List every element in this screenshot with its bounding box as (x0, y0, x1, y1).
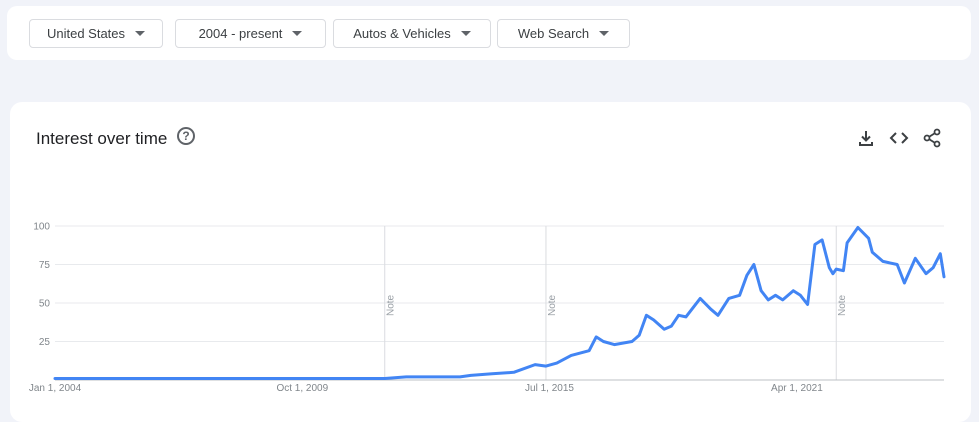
x-tick-label: Apr 1, 2021 (771, 383, 823, 394)
x-tick-label: Oct 1, 2009 (276, 383, 328, 394)
category-dropdown[interactable]: Autos & Vehicles (333, 19, 491, 48)
y-tick-label: 25 (39, 337, 51, 348)
region-dropdown-label: United States (46, 26, 126, 41)
search-type-dropdown[interactable]: Web Search (497, 19, 630, 48)
caret-down-icon (292, 31, 303, 36)
time-range-dropdown-label: 2004 - present (198, 26, 283, 41)
x-tick-label: Jan 1, 2004 (29, 383, 82, 394)
x-tick-label: Jul 1, 2015 (525, 383, 574, 394)
region-dropdown[interactable]: United States (29, 19, 163, 48)
note-annotation: Note (386, 294, 397, 316)
filter-bar: United States 2004 - present Autos & Veh… (7, 6, 971, 60)
y-tick-label: 100 (33, 222, 50, 233)
y-tick-label: 50 (39, 299, 51, 310)
caret-down-icon (599, 31, 610, 36)
note-annotation: Note (837, 294, 848, 316)
search-type-dropdown-label: Web Search (517, 26, 590, 41)
time-range-dropdown[interactable]: 2004 - present (175, 19, 326, 48)
category-dropdown-label: Autos & Vehicles (353, 26, 451, 41)
interest-over-time-card: Interest over time ? 25 50 75 100 Note Note No… (10, 102, 971, 422)
interest-chart: 25 50 75 100 Note Note Note Jan 1, 2004 Oct 1, 2… (29, 222, 946, 394)
caret-down-icon (460, 31, 471, 36)
caret-down-icon (135, 31, 146, 36)
y-tick-label: 75 (39, 260, 51, 271)
note-annotation: Note (547, 294, 558, 316)
